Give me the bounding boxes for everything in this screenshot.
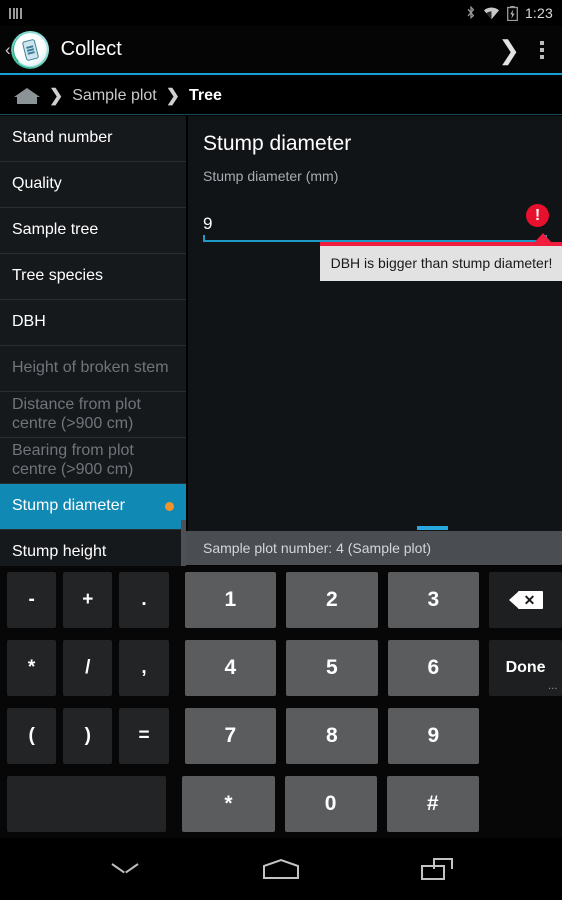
key-8[interactable]: 8 (286, 708, 378, 764)
sidebar-item-label: Quality (12, 175, 62, 193)
key-1[interactable]: 1 (184, 572, 277, 628)
error-exclamation-icon[interactable]: ! (526, 204, 549, 227)
key-hash[interactable]: # (386, 776, 479, 832)
recents-button[interactable] (414, 854, 460, 884)
key-equals[interactable]: = (119, 708, 169, 764)
sidebar-item-bearing-from-plot-centre[interactable]: Bearing from plot centre (>900 cm) (0, 438, 186, 484)
hide-keyboard-button[interactable] (102, 854, 148, 884)
key-paren-close[interactable]: ) (63, 708, 113, 764)
sidebar-item-stump-diameter[interactable]: Stump diameter (0, 484, 186, 530)
sidebar-item-label: Tree species (12, 267, 103, 285)
sidebar-item-label: Distance from plot centre (>900 cm) (12, 396, 141, 432)
keyboard-row-2: * / , 4 5 6 Done ··· (0, 634, 562, 702)
key-done[interactable]: Done ··· (489, 640, 562, 696)
key-minus[interactable]: - (7, 572, 57, 628)
key-period[interactable]: . (119, 572, 169, 628)
key-asterisk[interactable]: * (182, 776, 275, 832)
chevron-down-icon (112, 863, 138, 876)
sidebar-item-label: Stump height (12, 543, 107, 561)
field-label: Stump diameter (mm) (203, 168, 339, 184)
next-chevron-icon[interactable]: ❯ (498, 37, 520, 63)
key-empty-right (489, 708, 562, 764)
key-empty-right (489, 776, 562, 832)
key-asterisk-left[interactable]: * (7, 640, 57, 696)
keyboard-row-4: * 0 # (0, 770, 562, 838)
key-7[interactable]: 7 (184, 708, 277, 764)
up-back-chevron-icon[interactable]: ‹ (5, 40, 11, 60)
app-title: Collect (60, 38, 122, 60)
sidebar-item-label: Stump diameter (12, 497, 125, 515)
collect-app-icon[interactable] (11, 31, 49, 68)
sidebar-item-label: Height of broken stem (12, 359, 169, 377)
sidebar-item-label: DBH (12, 313, 46, 331)
sidebar-item-sample-tree[interactable]: Sample tree (0, 208, 186, 254)
key-5[interactable]: 5 (286, 640, 378, 696)
wifi-icon (483, 6, 499, 19)
sidebar-item-height-of-broken-stem[interactable]: Height of broken stem (0, 346, 186, 392)
sidebar-item-dbh[interactable]: DBH (0, 300, 186, 346)
breadcrumb: ❯ Sample plot ❯ Tree (0, 77, 562, 115)
key-done-popup-hint: ··· (548, 684, 558, 693)
key-space[interactable] (7, 776, 167, 832)
key-plus[interactable]: + (63, 572, 113, 628)
main-content-panel: Stump diameter Stump diameter (mm) 9 ! D… (187, 116, 562, 531)
sidebar-item-tree-species[interactable]: Tree species (0, 254, 186, 300)
key-backspace[interactable]: ✕ (489, 572, 562, 628)
android-status-bar: 1:23 (0, 0, 562, 26)
sidebar-item-stump-height[interactable]: Stump height (0, 530, 186, 568)
key-slash[interactable]: / (63, 640, 113, 696)
home-icon[interactable] (14, 87, 40, 104)
tab-indicator (417, 526, 448, 530)
stump-diameter-field-wrap: 9 ! DBH is bigger than stump diameter! (203, 204, 562, 281)
sidebar-item-label: Bearing from plot centre (>900 cm) (12, 442, 134, 478)
record-status-bar[interactable]: Sample plot number: 4 (Sample plot) (186, 531, 562, 565)
modified-dot-icon (165, 502, 174, 511)
validation-error-tooltip: DBH is bigger than stump diameter! (320, 233, 562, 281)
breadcrumb-item-tree[interactable]: Tree (189, 87, 222, 105)
overflow-menu-icon[interactable] (540, 40, 544, 59)
sidebar-item-distance-from-plot-centre[interactable]: Distance from plot centre (>900 cm) (0, 392, 186, 438)
bluetooth-icon (467, 6, 475, 20)
keyboard-row-1: - + . 1 2 3 ✕ (0, 566, 562, 634)
record-status-text: Sample plot number: 4 (Sample plot) (203, 540, 431, 556)
sidebar-item-quality[interactable]: Quality (0, 162, 186, 208)
keyboard-row-3: ( ) = 7 8 9 (0, 702, 562, 770)
key-4[interactable]: 4 (184, 640, 277, 696)
key-6[interactable]: 6 (387, 640, 480, 696)
key-3[interactable]: 3 (387, 572, 480, 628)
key-comma[interactable]: , (119, 640, 169, 696)
breadcrumb-item-sample-plot[interactable]: Sample plot (72, 87, 157, 105)
signal-bars-icon (9, 7, 22, 19)
home-pentagon-icon (263, 858, 299, 879)
key-done-label: Done (505, 659, 546, 676)
action-bar: ‹ Collect ❯ (0, 26, 562, 75)
sidebar-item-label: Stand number (12, 129, 113, 147)
key-0[interactable]: 0 (284, 776, 377, 832)
stump-diameter-input[interactable]: 9 (203, 214, 547, 240)
breadcrumb-separator: ❯ (49, 85, 64, 105)
recents-icon (421, 858, 453, 880)
attribute-list-sidebar[interactable]: Stand number Quality Sample tree Tree sp… (0, 116, 186, 568)
sidebar-item-stand-number[interactable]: Stand number (0, 116, 186, 162)
key-9[interactable]: 9 (387, 708, 480, 764)
page-title: Stump diameter (203, 132, 352, 155)
battery-charging-icon (506, 5, 518, 21)
android-navigation-bar (0, 838, 562, 900)
backspace-icon: ✕ (508, 591, 543, 609)
breadcrumb-separator: ❯ (165, 85, 180, 105)
home-button[interactable] (258, 854, 304, 884)
app-root: 1:23 ‹ Collect ❯ ❯ Sample plot ❯ Tree St… (0, 0, 562, 900)
key-2[interactable]: 2 (286, 572, 378, 628)
status-time: 1:23 (524, 5, 553, 21)
numeric-keyboard[interactable]: - + . 1 2 3 ✕ * / , 4 5 6 Done ··· () =… (0, 566, 562, 838)
key-paren-open[interactable]: ( (7, 708, 57, 764)
sidebar-item-label: Sample tree (12, 221, 99, 239)
